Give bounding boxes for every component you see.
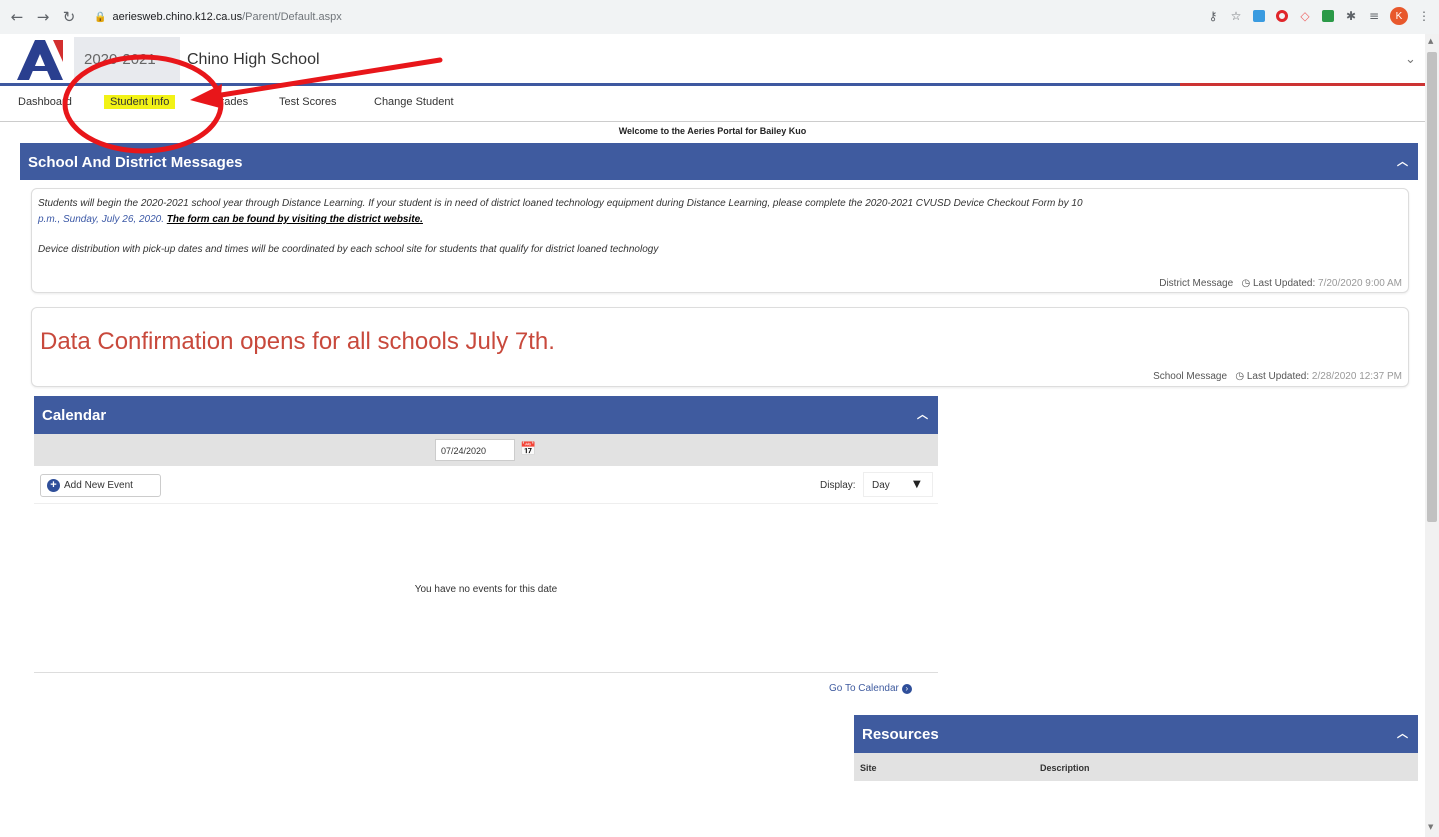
calendar-title: Calendar — [42, 407, 107, 424]
school-message-meta: School Message ◷ Last Updated: 2/28/2020… — [1153, 371, 1402, 382]
scroll-down-icon[interactable]: ▼ — [1428, 823, 1433, 831]
district-message-part1: Students will begin the 2020-2021 school… — [38, 198, 1083, 209]
resources-col-site[interactable]: Site — [860, 763, 877, 773]
nav-tabs: Dashboard Student Info Grades Test Score… — [0, 86, 1425, 122]
scroll-up-icon[interactable]: ▲ — [1428, 37, 1433, 45]
resources-panel-header[interactable]: Resources ︿ — [854, 715, 1418, 753]
browser-toolbar: ← → ↻ 🔒 aeriesweb.chino.k12.ca.us/Parent… — [0, 0, 1439, 34]
school-message-card: Data Confirmation opens for all schools … — [31, 307, 1409, 387]
school-year[interactable]: 2020-2021 — [84, 51, 156, 68]
clock-icon: ◷ — [1235, 371, 1245, 382]
add-new-event-label: Add New Event — [64, 480, 133, 491]
extension-green-icon[interactable] — [1321, 9, 1335, 23]
district-message-text: Students will begin the 2020-2021 school… — [38, 196, 1398, 228]
tab-dashboard[interactable]: Dashboard — [18, 96, 72, 108]
calendar-date-input[interactable]: 07/24/2020 — [435, 439, 515, 461]
lock-icon: 🔒 — [94, 11, 107, 23]
plus-circle-icon: + — [47, 479, 60, 492]
opera-icon[interactable] — [1275, 9, 1289, 23]
no-events-text: You have no events for this date — [414, 584, 558, 595]
tab-test-scores[interactable]: Test Scores — [279, 96, 336, 108]
calendar-panel-header[interactable]: Calendar ︿ — [34, 396, 938, 434]
display-label: Display: — [820, 480, 856, 491]
resources-table-header — [854, 753, 1418, 781]
go-to-calendar-label: Go To Calendar — [829, 683, 899, 694]
screenshot-root: ← → ↻ 🔒 aeriesweb.chino.k12.ca.us/Parent… — [0, 0, 1439, 837]
district-updated-label: Last Updated: — [1252, 278, 1316, 289]
school-message-source: School Message — [1153, 371, 1228, 382]
caret-down-icon[interactable]: ▼ — [913, 479, 921, 490]
district-message-card: Students will begin the 2020-2021 school… — [31, 188, 1409, 293]
chevron-up-icon[interactable]: ︿ — [1397, 153, 1408, 169]
district-message-meta: District Message ◷ Last Updated: 7/20/20… — [1159, 278, 1402, 289]
district-message-source: District Message — [1159, 278, 1234, 289]
resources-title: Resources — [862, 726, 939, 743]
back-arrow-icon[interactable]: ← — [6, 6, 28, 28]
star-icon[interactable]: ☆ — [1229, 9, 1243, 23]
profile-avatar[interactable]: K — [1390, 7, 1408, 25]
calendar-icon[interactable]: 📅 — [520, 442, 536, 457]
school-updated-value: 2/28/2020 12:37 PM — [1311, 371, 1402, 382]
extension-diamond-icon[interactable]: ◇ — [1298, 9, 1312, 23]
tab-student-info[interactable]: Student Info — [104, 95, 176, 109]
extensions-area: ⚷ ☆ ◇ ✱ ≡ K ⋮ — [1206, 7, 1431, 25]
chevron-up-icon[interactable]: ︿ — [1397, 725, 1408, 741]
messages-panel-header[interactable]: School And District Messages ︿ — [20, 143, 1418, 180]
clock-icon: ◷ — [1241, 278, 1251, 289]
go-to-calendar-link[interactable]: Go To Calendar › — [829, 683, 912, 694]
tab-grades[interactable]: Grades — [212, 96, 248, 108]
welcome-text: Welcome to the Aeries Portal for Bailey … — [618, 126, 807, 136]
url-path: /Parent/Default.aspx — [242, 11, 342, 23]
arrow-circle-icon: › — [901, 684, 912, 694]
aeries-logo — [17, 40, 63, 80]
puzzle-icon[interactable]: ✱ — [1344, 9, 1358, 23]
school-updated-label: Last Updated: — [1246, 371, 1310, 382]
messages-panel-title: School And District Messages — [28, 154, 243, 171]
chevron-down-icon[interactable]: ⌄ — [1405, 52, 1416, 67]
display-select[interactable]: Day — [863, 472, 933, 497]
kebab-menu-icon[interactable]: ⋮ — [1417, 9, 1431, 23]
district-updated-value: 7/20/2020 9:00 AM — [1318, 278, 1402, 289]
resources-col-description[interactable]: Description — [1040, 763, 1090, 773]
district-website-link[interactable]: The form can be found by visiting the di… — [167, 214, 423, 225]
forward-arrow-icon[interactable]: → — [32, 6, 54, 28]
school-name[interactable]: Chino High School — [187, 51, 320, 69]
chevron-up-icon[interactable]: ︿ — [917, 406, 928, 422]
url-host: aeriesweb.chino.k12.ca.us — [112, 11, 243, 23]
district-message-line2: Device distribution with pick-up dates a… — [38, 244, 659, 255]
add-new-event-button[interactable]: + Add New Event — [40, 474, 161, 497]
scrollbar-thumb[interactable] — [1427, 52, 1437, 522]
tab-change-student[interactable]: Change Student — [374, 96, 454, 108]
school-message-text: Data Confirmation opens for all schools … — [40, 328, 555, 355]
playlist-icon[interactable]: ≡ — [1367, 9, 1381, 23]
extension-blue-icon[interactable] — [1252, 9, 1266, 23]
reload-icon[interactable]: ↻ — [58, 6, 80, 28]
key-icon[interactable]: ⚷ — [1206, 9, 1220, 23]
district-message-part2: p.m., Sunday, July 26, 2020. — [38, 214, 165, 225]
address-bar[interactable]: aeriesweb.chino.k12.ca.us/Parent/Default… — [112, 11, 341, 23]
